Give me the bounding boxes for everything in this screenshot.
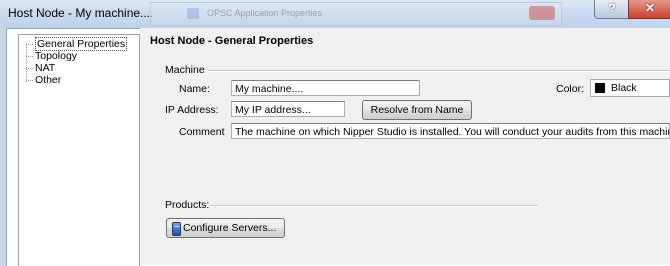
tree-item-label: Other	[35, 74, 62, 86]
background-window-title: OPSC Application Properties	[207, 8, 323, 18]
help-button[interactable]: ?	[594, 0, 630, 19]
tree-branch	[26, 68, 33, 69]
background-window: OPSC Application Properties	[150, 2, 562, 26]
tree-item-topology[interactable]: Topology	[25, 50, 77, 62]
window-title: Host Node - My machine....	[8, 6, 154, 20]
background-close-icon	[529, 6, 555, 20]
tree-item-label: Topology	[35, 50, 78, 62]
name-field[interactable]: My machine....	[231, 80, 420, 96]
tree-branch	[26, 44, 33, 45]
color-label: Color:	[556, 83, 585, 95]
tree-item-label: NAT	[35, 62, 56, 74]
tree-branch	[26, 80, 33, 81]
properties-tree[interactable]: General Properties Topology NAT Other	[18, 34, 140, 266]
color-value: Black	[611, 82, 637, 94]
machine-section-label: Machine	[165, 64, 205, 76]
products-section-divider	[210, 205, 538, 207]
configure-servers-button[interactable]: Configure Servers...	[166, 218, 285, 238]
tree-item-other[interactable]: Other	[25, 74, 61, 86]
color-swatch	[595, 83, 605, 93]
tree-item-nat[interactable]: NAT	[25, 62, 55, 74]
machine-section-divider	[208, 70, 670, 72]
configure-servers-label: Configure Servers...	[183, 222, 277, 234]
server-icon	[172, 222, 181, 236]
tree-branch	[26, 56, 33, 57]
color-select[interactable]: Black	[590, 79, 670, 97]
tree-item-general-properties[interactable]: General Properties	[25, 37, 128, 51]
ip-address-field[interactable]: My IP address...	[231, 101, 345, 117]
comment-field[interactable]: The machine on which Nipper Studio is in…	[231, 123, 670, 139]
tree-item-label: General Properties	[35, 37, 128, 51]
name-label: Name:	[179, 83, 210, 95]
products-section-label: Products:	[165, 199, 210, 211]
resolve-from-name-button[interactable]: Resolve from Name	[362, 100, 472, 120]
comment-label: Comment	[179, 126, 225, 138]
ip-address-label: IP Address:	[165, 104, 219, 116]
page-title: Host Node - General Properties	[150, 35, 314, 47]
app-icon	[187, 8, 199, 19]
close-button[interactable]: ✕	[628, 0, 670, 19]
